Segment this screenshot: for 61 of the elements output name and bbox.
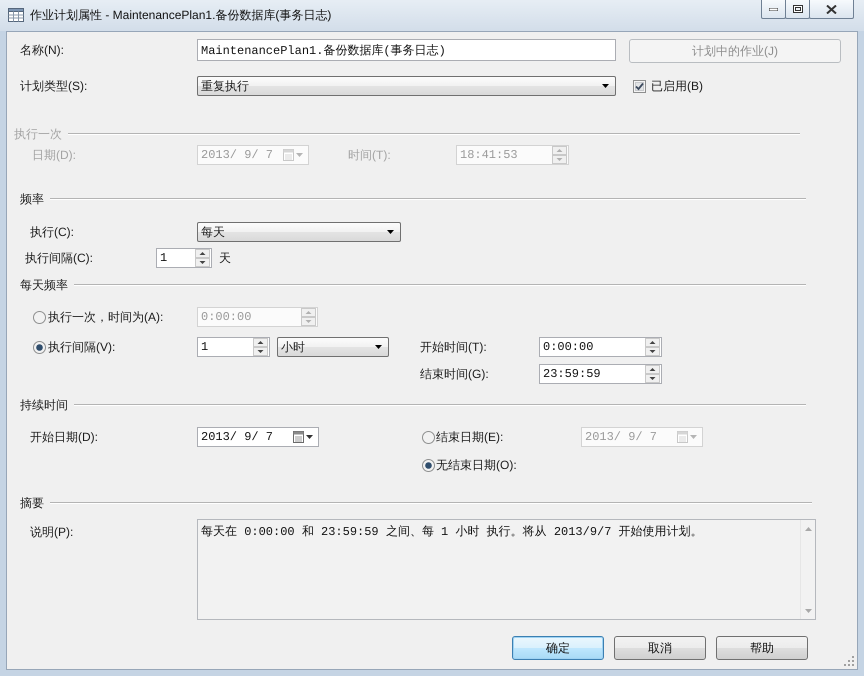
- number-field[interactable]: 1: [197, 337, 270, 357]
- calendar-icon: [283, 149, 294, 161]
- section-title: 频率: [20, 190, 44, 208]
- radio-button[interactable]: [33, 310, 46, 324]
- spin-arrows-icon[interactable]: [195, 249, 210, 267]
- spin-arrows-icon[interactable]: [645, 338, 660, 356]
- close-button[interactable]: [809, 0, 854, 19]
- caret-icon: [387, 230, 394, 234]
- schedule-type-dropdown[interactable]: 重复执行: [197, 76, 616, 96]
- caret-icon: [690, 435, 697, 439]
- caret-icon: [602, 84, 609, 88]
- checkbox-label[interactable]: 已启用(B): [651, 78, 703, 94]
- minimize-button[interactable]: [761, 0, 786, 19]
- calendar-icon: [293, 431, 304, 443]
- field-label: 开始时间(T):: [420, 338, 488, 356]
- field-label: 说明(P):: [30, 524, 74, 541]
- caret-icon: [296, 153, 303, 157]
- minimize-icon: [769, 8, 778, 10]
- radio-label[interactable]: 执行间隔(V):: [48, 338, 197, 356]
- dialog-button[interactable]: 帮助: [716, 636, 808, 660]
- radio-button[interactable]: [33, 340, 46, 354]
- occurs-dropdown[interactable]: 每天: [197, 222, 401, 242]
- maximize-icon: [792, 5, 802, 13]
- field-label: 结束时间(G):: [420, 366, 490, 382]
- caret-icon: [306, 435, 313, 439]
- start-date-picker[interactable]: 2013/ 9/ 7: [197, 427, 319, 447]
- field-label: 名称(N):: [20, 42, 65, 59]
- description-box[interactable]: 每天在 0:00:00 和 23:59:59 之间、每 1 小时 执行。将从 2013/9/7 开始使用计划。: [197, 519, 816, 620]
- section-title: 持续时间: [20, 396, 68, 414]
- caret-icon: [375, 345, 382, 349]
- section-title: 执行一次: [14, 126, 62, 142]
- spin-arrows-icon[interactable]: [253, 338, 268, 356]
- number-field[interactable]: 1: [156, 248, 212, 268]
- name-field[interactable]: MaintenancePlan1.备份数据库(事务日志): [197, 39, 616, 61]
- unit-dropdown[interactable]: 小时: [277, 337, 389, 357]
- radio-button[interactable]: [422, 458, 435, 472]
- field-label: 开始日期(D):: [30, 428, 99, 446]
- table-icon: [8, 8, 24, 22]
- section-title: 摘要: [20, 494, 44, 512]
- radio-label[interactable]: 无结束日期(O):: [436, 456, 517, 474]
- field-label: 执行间隔(C):: [25, 250, 94, 266]
- radio-label[interactable]: 结束日期(E):: [436, 428, 581, 446]
- calendar-icon: [677, 431, 688, 443]
- radio-label[interactable]: 执行一次，时间为(A):: [48, 308, 197, 326]
- unit-label: 天: [219, 250, 231, 266]
- radio-button[interactable]: [422, 430, 435, 444]
- window-title: 作业计划属性 - MaintenancePlan1.备份数据库(事务日志): [30, 8, 332, 23]
- field-label: 执行(C):: [30, 224, 75, 240]
- checkbox[interactable]: [633, 80, 646, 92]
- dialog-button[interactable]: 取消: [614, 636, 706, 660]
- section-title: 每天频率: [20, 276, 68, 294]
- resize-grip-icon[interactable]: [844, 656, 854, 666]
- maximize-button[interactable]: [785, 0, 810, 19]
- close-icon: [826, 4, 837, 14]
- field-label: 计划类型(S):: [20, 78, 88, 94]
- spin-arrows-icon[interactable]: [645, 365, 660, 383]
- field-label: 日期(D):: [32, 146, 77, 164]
- field-label: 时间(T):: [348, 146, 392, 164]
- start-time-field[interactable]: 0:00:00: [539, 337, 662, 357]
- dialog-button[interactable]: 确定: [512, 636, 604, 660]
- end-time-field[interactable]: 23:59:59: [539, 364, 662, 384]
